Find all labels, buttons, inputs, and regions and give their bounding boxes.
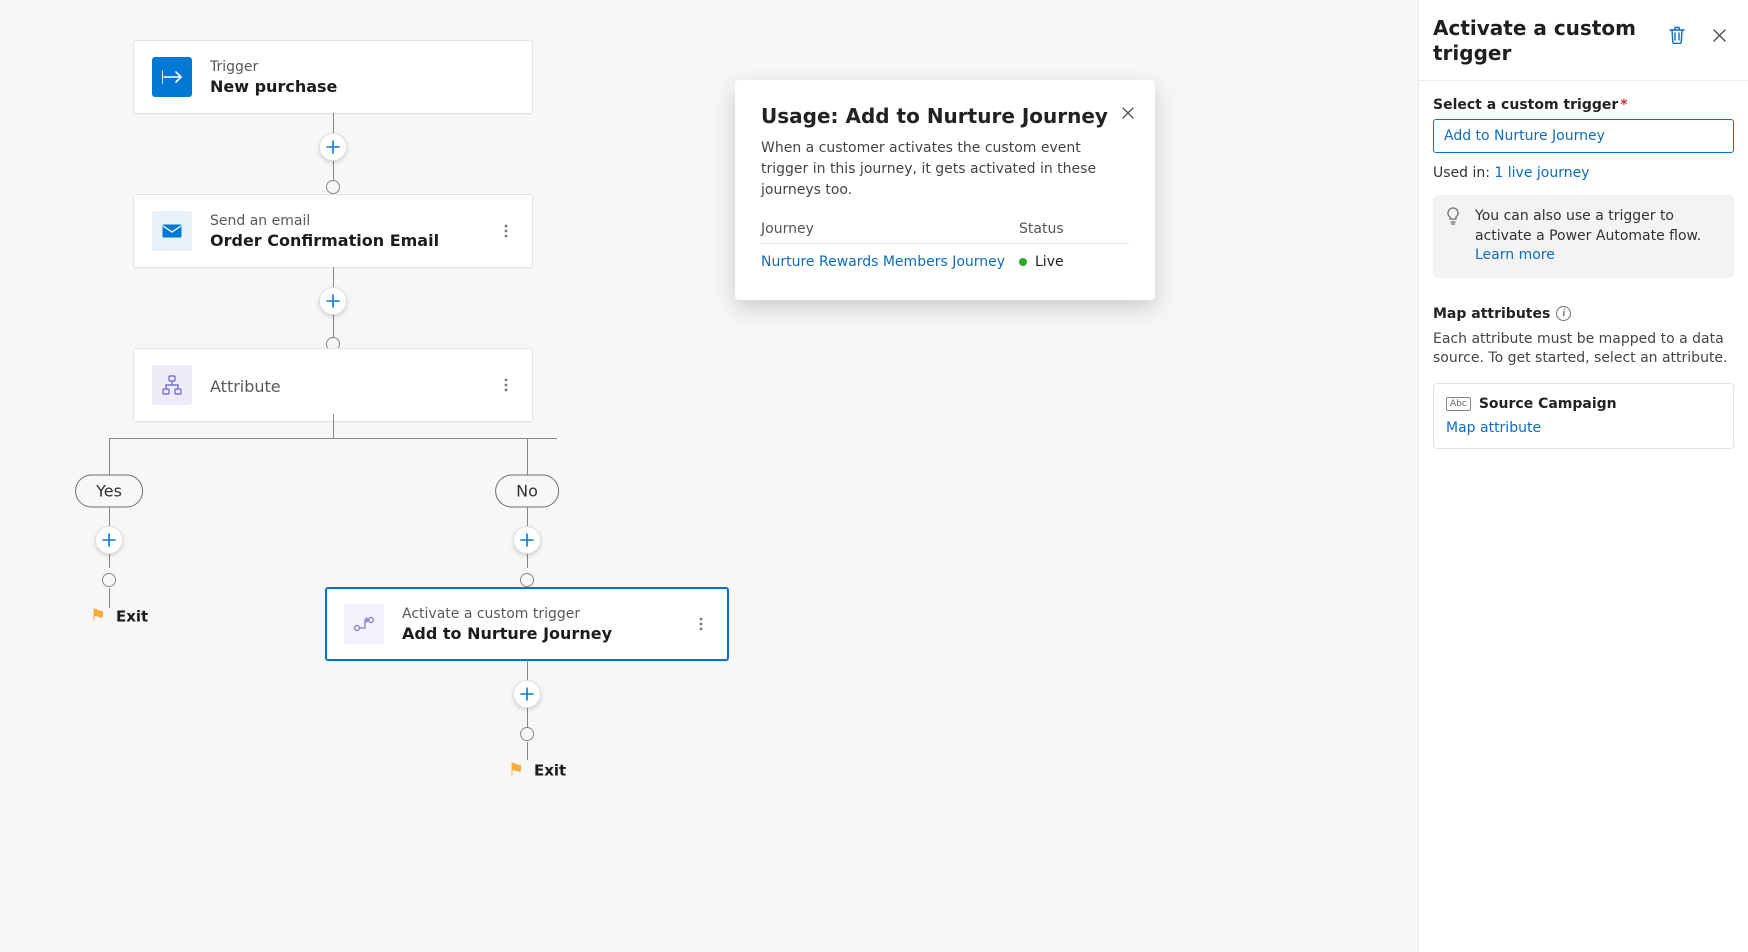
node-menu-button[interactable] xyxy=(689,612,713,636)
node-title: Order Confirmation Email xyxy=(210,231,439,250)
node-label: Send an email xyxy=(210,213,439,229)
node-label: Activate a custom trigger xyxy=(402,606,612,622)
map-attribute-link[interactable]: Map attribute xyxy=(1446,420,1721,436)
node-attribute-branch[interactable]: Attribute xyxy=(133,348,533,422)
connector xyxy=(527,742,528,760)
close-panel-button[interactable] xyxy=(1704,20,1734,50)
add-step-button[interactable] xyxy=(319,287,347,315)
branch-point xyxy=(326,180,340,194)
col-journey: Journey xyxy=(761,221,1019,237)
node-title: Attribute xyxy=(210,377,281,396)
bulb-icon xyxy=(1445,207,1461,225)
node-send-email[interactable]: Send an email Order Confirmation Email xyxy=(133,194,533,268)
mail-icon xyxy=(152,211,192,251)
status-text: Live xyxy=(1035,254,1064,270)
add-step-button[interactable] xyxy=(95,526,123,554)
node-title: New purchase xyxy=(210,77,337,96)
branch-point xyxy=(520,727,534,741)
flag-icon: ⚑ xyxy=(90,606,106,627)
node-trigger[interactable]: Trigger New purchase xyxy=(133,40,533,114)
branch-no[interactable]: No xyxy=(495,475,559,508)
attribute-card[interactable]: Abc Source Campaign Map attribute xyxy=(1433,383,1734,449)
info-icon[interactable]: i xyxy=(1556,306,1571,321)
branch-icon xyxy=(152,365,192,405)
exit-label: Exit xyxy=(534,761,566,779)
node-title: Add to Nurture Journey xyxy=(402,624,612,643)
close-popover-button[interactable] xyxy=(1113,98,1143,128)
used-in-prefix: Used in: xyxy=(1433,165,1494,181)
panel-title: Activate a custom trigger xyxy=(1433,16,1662,66)
node-menu-button[interactable] xyxy=(494,219,518,243)
journey-link[interactable]: Nurture Rewards Members Journey xyxy=(761,254,1019,270)
branch-point xyxy=(520,573,534,587)
type-badge: Abc xyxy=(1446,397,1471,411)
select-trigger-label: Select a custom trigger* xyxy=(1433,97,1734,113)
info-tip-text: You can also use a trigger to activate a… xyxy=(1475,208,1701,244)
journey-canvas[interactable]: Trigger New purchase Send an email Order… xyxy=(0,0,1418,952)
node-activate-trigger[interactable]: Activate a custom trigger Add to Nurture… xyxy=(325,587,729,661)
connector xyxy=(333,414,334,438)
learn-more-link[interactable]: Learn more xyxy=(1475,247,1555,263)
col-status: Status xyxy=(1019,221,1129,237)
used-in-link[interactable]: 1 live journey xyxy=(1494,165,1589,181)
map-attributes-desc: Each attribute must be mapped to a data … xyxy=(1433,330,1734,369)
popover-description: When a customer activates the custom eve… xyxy=(761,138,1129,201)
add-step-button[interactable] xyxy=(513,680,541,708)
attribute-name: Source Campaign xyxy=(1479,396,1617,412)
add-step-button[interactable] xyxy=(513,526,541,554)
exit-label: Exit xyxy=(116,607,148,625)
delete-button[interactable] xyxy=(1662,20,1692,50)
map-attributes-title: Map attributes xyxy=(1433,306,1550,322)
connector xyxy=(109,438,557,439)
branch-yes[interactable]: Yes xyxy=(75,475,143,508)
popover-title: Usage: Add to Nurture Journey xyxy=(761,104,1129,128)
usage-popover: Usage: Add to Nurture Journey When a cus… xyxy=(735,80,1155,300)
branch-point xyxy=(102,573,116,587)
node-menu-button[interactable] xyxy=(494,373,518,397)
node-label: Trigger xyxy=(210,59,337,75)
trigger-icon xyxy=(152,57,192,97)
usage-table-header: Journey Status xyxy=(761,221,1129,243)
exit-yes: ⚑ Exit xyxy=(90,606,148,627)
exit-no: ⚑ Exit xyxy=(508,760,566,781)
status-dot-icon xyxy=(1019,258,1027,266)
usage-table-row: Nurture Rewards Members Journey Live xyxy=(761,243,1129,280)
property-panel: Activate a custom trigger Select a cust xyxy=(1418,0,1748,952)
flag-icon: ⚑ xyxy=(508,760,524,781)
custom-trigger-select[interactable]: Add to Nurture Journey xyxy=(1433,119,1734,153)
activate-icon xyxy=(344,604,384,644)
add-step-button[interactable] xyxy=(319,133,347,161)
info-tip: You can also use a trigger to activate a… xyxy=(1433,195,1734,278)
